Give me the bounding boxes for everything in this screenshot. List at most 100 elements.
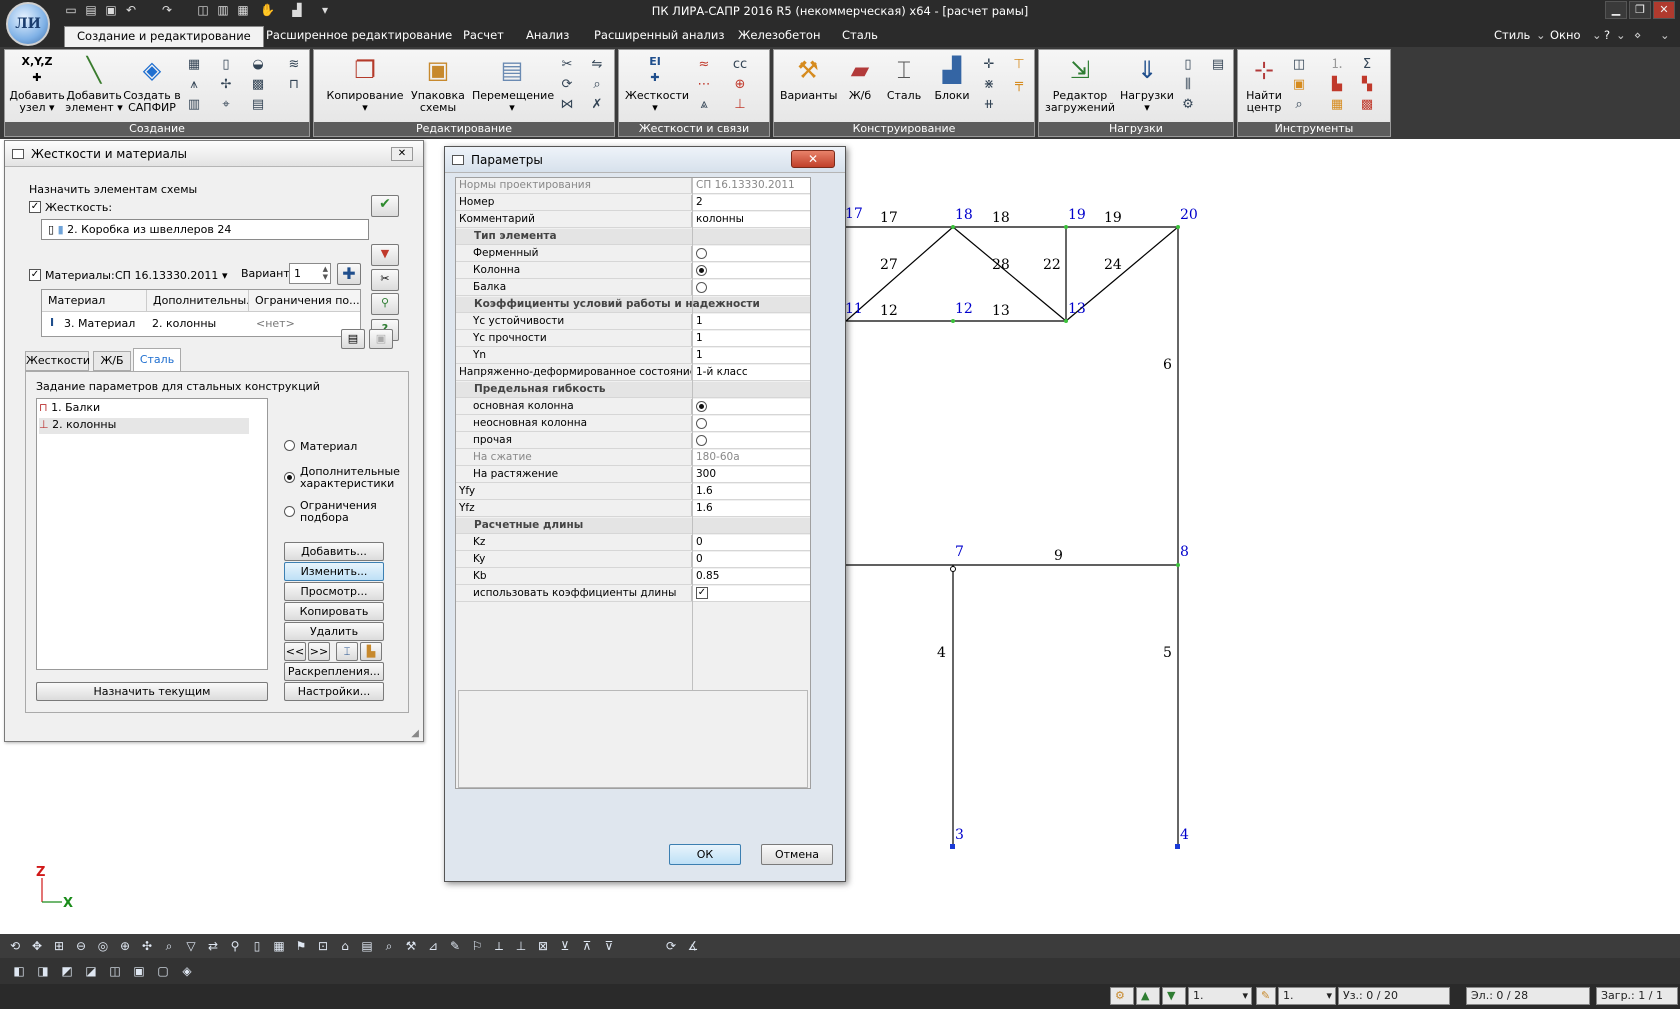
radio-button[interactable] [696,401,707,412]
more-chevron-icon[interactable]: ⌄ [1660,26,1670,45]
rotate-icon[interactable]: ⟲ [6,937,24,955]
param-value[interactable]: 0.85 [693,569,810,584]
frame-icon[interactable]: ⊓ [285,76,303,94]
close-panel-button[interactable]: ✕ [391,147,413,161]
axis-yz-icon[interactable]: ⊽ [600,937,618,955]
maximize-button[interactable]: ❐ [1629,1,1651,19]
box-view-7-icon[interactable]: ▢ [154,962,172,980]
checkbox[interactable]: ✓ [696,587,708,599]
zoom-in-icon[interactable]: ⊕ [116,937,134,955]
tab-steel-active[interactable]: Сталь [133,348,181,372]
support-marker[interactable] [1175,844,1180,849]
zoom-out-icon[interactable]: ⊖ [72,937,90,955]
bracing-button[interactable]: Раскрепления... [284,662,384,681]
param-radio[interactable] [693,263,810,278]
param-value[interactable]: колонны [693,212,810,227]
flag-icon[interactable]: ⚑ [292,937,310,955]
cancel-button[interactable]: Отмена [761,844,833,865]
radio-button[interactable] [696,265,707,276]
param-row[interactable]: Комментарий колонны [456,212,810,228]
axis-xz-icon[interactable]: ⊼ [578,937,596,955]
column-icon[interactable]: ▯ [248,937,266,955]
cut-button[interactable]: ✂ [371,269,399,291]
slope-icon[interactable]: ⊿ [424,937,442,955]
combination-select[interactable]: 1. ▾ [1278,987,1336,1005]
center-icon[interactable]: ✣ [138,937,156,955]
pack-scheme-button[interactable]: ▣ Упаковка схемы [408,54,468,114]
ribbon-minimize-icon[interactable]: ⋄ [1634,26,1641,45]
column-header[interactable]: Ограничения по... [248,290,360,312]
assign-current-button[interactable]: Назначить текущим [36,682,268,701]
cube-icon[interactable]: ◈ [178,962,196,980]
param-value[interactable]: 1 [693,314,810,329]
stiffness-panel-title[interactable]: Жесткости и материалы ✕ [5,141,423,167]
param-checkbox[interactable]: ✓ [693,586,810,601]
node-marker[interactable] [1064,225,1068,229]
tab-calculation[interactable]: Расчет [451,26,516,47]
box-view-4-icon[interactable]: ◪ [82,962,100,980]
support-icon[interactable]: ⩓ [695,96,713,114]
style-chevron-icon[interactable]: ⌄ [1536,26,1546,45]
box-view-3-icon[interactable]: ◩ [58,962,76,980]
radio-button[interactable] [696,248,707,259]
tab-reinforced-concrete[interactable]: Железобетон [726,26,832,47]
move-button[interactable]: ▤ Перемещение ▾ [472,54,554,114]
next-button[interactable]: >> [308,642,330,661]
param-value[interactable]: 300 [693,467,810,482]
unite-icon[interactable]: ⧺ [980,96,998,114]
mirror-icon[interactable]: ⇋ [588,56,606,74]
steel-button[interactable]: ⌶ Сталь [882,54,926,102]
grid-icon[interactable]: ▦ [185,56,203,74]
close-dialog-button[interactable]: ✕ [791,150,835,168]
list-item[interactable]: ⊓ 1. Балки [39,401,249,417]
prev-button[interactable]: << [284,642,306,661]
view-mode-icon[interactable]: ▣ [1290,76,1308,94]
param-row[interactable]: На сжатие 180-60a [456,450,810,466]
param-row[interactable]: основная колонна [456,399,810,415]
help-menu[interactable]: ? [1604,26,1610,45]
loads-button[interactable]: ⇓ Нагрузки ▾ [1119,54,1175,114]
param-radio[interactable] [693,246,810,261]
edit-button[interactable]: Изменить... [284,562,384,581]
graph-icon[interactable]: ▙ [1328,76,1346,94]
tab-analysis[interactable]: Анализ [514,26,581,47]
param-row[interactable]: Yc устойчивости 1 [456,314,810,330]
down-arrow-icon[interactable]: ▼ [1162,987,1186,1005]
table-row[interactable]: I 3. Материал 2. колонны <нет> [42,314,360,334]
load-case-icon[interactable]: ▯ [1179,56,1197,74]
tee-icon[interactable]: ╤ [1010,76,1028,94]
view-button[interactable]: Просмотр... [284,582,384,601]
paste-icon[interactable]: ▣ [369,329,393,349]
box-view-6-icon[interactable]: ▣ [130,962,148,980]
beam-icon[interactable]: ⊤ [1010,56,1028,74]
load-icon[interactable]: ⚙ [1110,987,1134,1005]
minimize-button[interactable]: ▁ [1605,1,1627,19]
load-table-icon[interactable]: ▤ [1209,56,1227,74]
hatch-icon[interactable]: ▤ [249,96,267,114]
param-value[interactable]: 0 [693,535,810,550]
param-row[interactable]: Ферменный [456,246,810,262]
color-map-icon[interactable]: ▦ [1328,96,1346,114]
style-menu[interactable]: Стиль [1494,26,1530,45]
param-value[interactable]: 0 [693,552,810,567]
tab-create-edit[interactable]: Создание и редактирование [64,26,264,47]
param-row[interactable]: Yfy 1.6 [456,484,810,500]
param-value[interactable]: 1-й класс [693,365,810,380]
param-row[interactable]: Нормы проектирования СП 16.13330.2011 [456,178,810,194]
node-marker[interactable] [951,319,955,323]
param-value[interactable]: 1 [693,331,810,346]
copy-param-button[interactable]: Копировать [284,602,384,621]
delete-icon[interactable]: ✗ [588,96,606,114]
tools-icon[interactable]: ⚒ [402,937,420,955]
add-bar-icon[interactable]: ✢ [217,76,235,94]
find-icon[interactable]: ⌕ [380,937,398,955]
load-tools-icon[interactable]: ⚙ [1179,96,1197,114]
building-icon[interactable]: ▥ [185,96,203,114]
param-value[interactable]: 2 [693,195,810,210]
hinge-marker[interactable] [950,566,956,572]
param-radio[interactable] [693,280,810,295]
link-icon[interactable]: ⋯ [695,76,713,94]
filter-button[interactable]: ▼ [371,244,399,266]
radio-button[interactable] [696,418,707,429]
param-row[interactable]: Колонна [456,263,810,279]
